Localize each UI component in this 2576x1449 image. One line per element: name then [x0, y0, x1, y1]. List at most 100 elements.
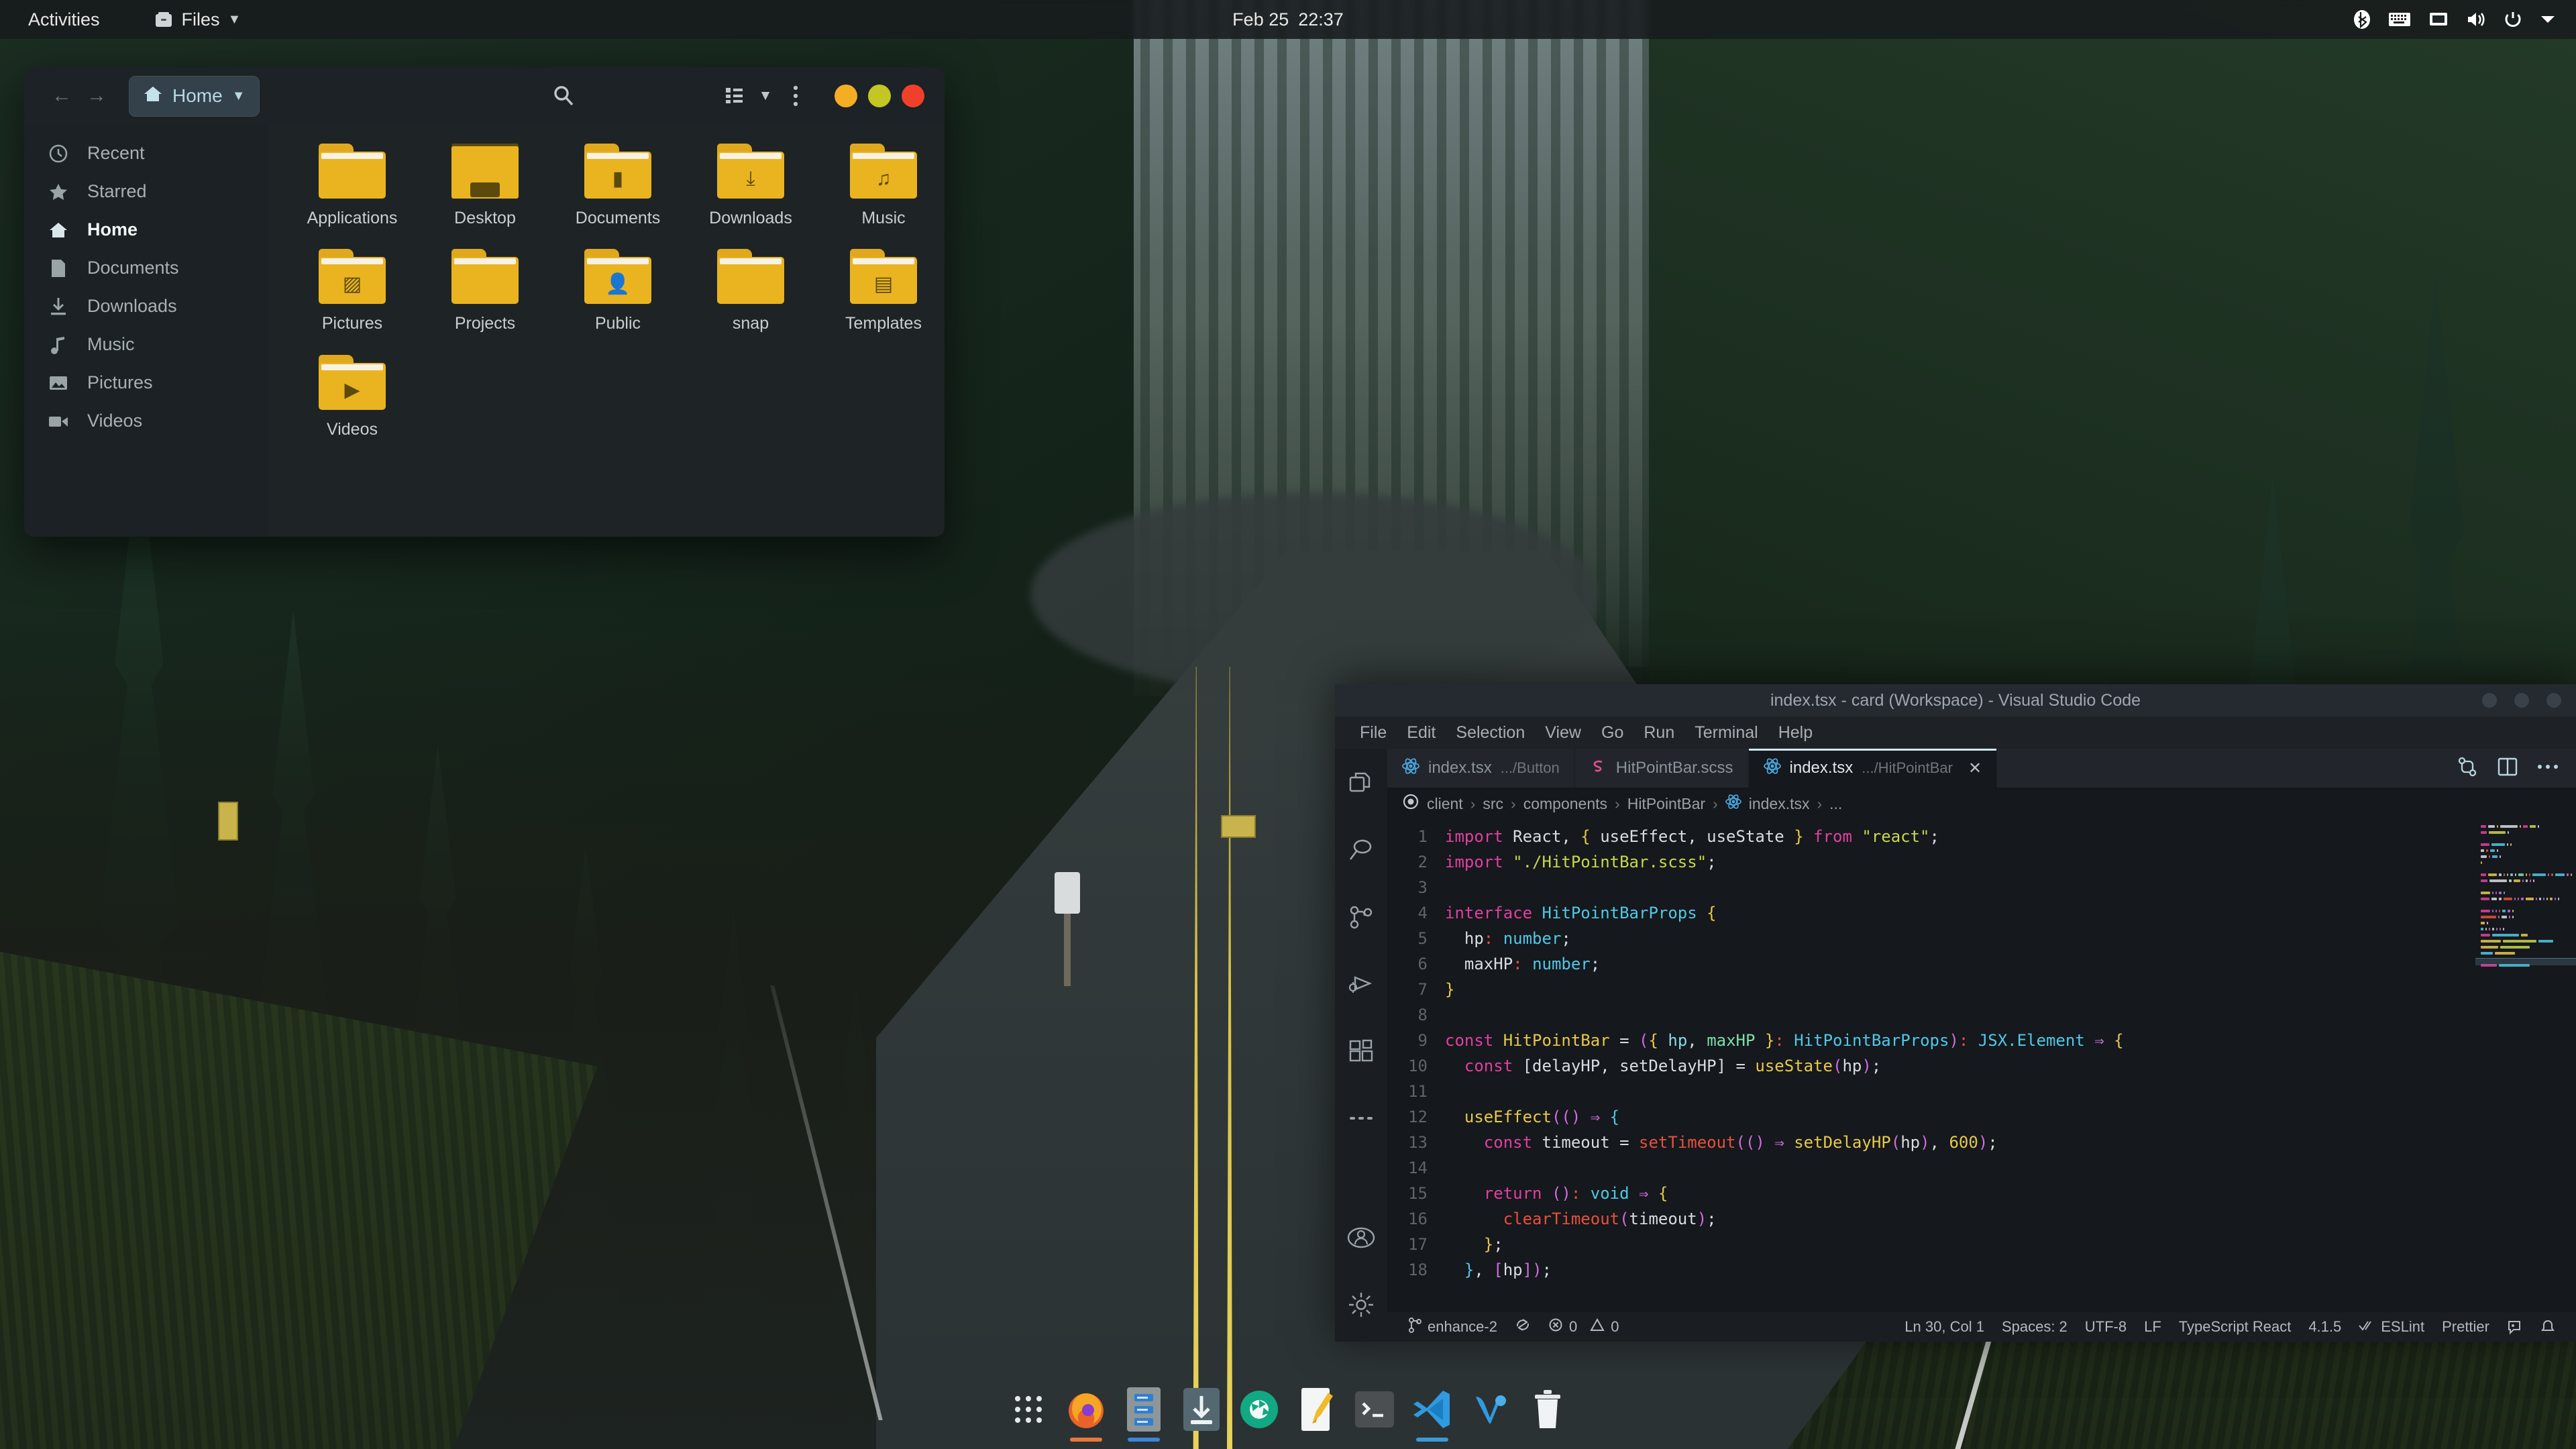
breadcrumb-part-3[interactable]: HitPointBar — [1627, 795, 1705, 813]
power-icon[interactable] — [2504, 10, 2522, 29]
folder-item[interactable]: Desktop — [419, 144, 551, 229]
breadcrumb-part-1[interactable]: src — [1483, 795, 1503, 813]
maximize-button[interactable] — [2514, 693, 2529, 708]
dock-item-trash[interactable] — [1522, 1385, 1573, 1436]
vscode-menu-bar[interactable]: File Edit Selection View Go Run Terminal Help — [1335, 716, 2576, 749]
volume-icon[interactable] — [2466, 11, 2486, 28]
breadcrumb-part-0[interactable]: client — [1427, 795, 1463, 813]
sidebar-item-videos[interactable]: Videos — [24, 402, 268, 440]
minimize-button[interactable] — [835, 85, 857, 107]
sidebar-item-home[interactable]: Home — [24, 211, 268, 249]
chevron-down-icon[interactable] — [2540, 14, 2556, 25]
extensions-icon[interactable] — [1342, 1032, 1381, 1071]
breadcrumb-part-4[interactable]: index.tsx — [1749, 795, 1810, 813]
sidebar-item-recent[interactable]: Recent — [24, 134, 268, 172]
search-icon[interactable] — [545, 77, 582, 115]
settings-gear-icon[interactable] — [1342, 1285, 1381, 1324]
run-and-debug-icon[interactable] — [1342, 965, 1381, 1004]
status-encoding[interactable]: UTF-8 — [2076, 1318, 2135, 1336]
vscode-minimap[interactable] — [2475, 820, 2576, 1312]
dock-item-software-installer[interactable] — [1176, 1385, 1227, 1436]
feedback-icon[interactable] — [2498, 1319, 2532, 1335]
vscode-breadcrumb[interactable]: client › src › components › HitPointBar › index.… — [1387, 788, 2576, 820]
dock-item-shutter[interactable] — [1234, 1385, 1285, 1436]
minimize-button[interactable] — [2482, 693, 2497, 708]
breadcrumb-home-button[interactable]: Home ▼ — [129, 75, 260, 117]
breadcrumb-part-5[interactable]: ... — [1829, 795, 1842, 813]
sidebar-item-starred[interactable]: Starred — [24, 172, 268, 211]
bluetooth-icon[interactable] — [2353, 9, 2371, 30]
sidebar-item-music[interactable]: Music — [24, 325, 268, 364]
vscode-tab-bar[interactable]: index.tsx .../Button HitPointBar.scss index… — [1387, 749, 2576, 788]
dock-item-terminal[interactable] — [1349, 1385, 1400, 1436]
system-tray[interactable] — [2353, 9, 2556, 30]
search-icon[interactable] — [1342, 830, 1381, 869]
status-cursor-position[interactable]: Ln 30, Col 1 — [1896, 1318, 1993, 1336]
sidebar-item-downloads[interactable]: Downloads — [24, 287, 268, 325]
status-indentation[interactable]: Spaces: 2 — [1993, 1318, 2076, 1336]
close-button[interactable] — [902, 85, 924, 107]
menu-edit[interactable]: Edit — [1397, 719, 1446, 747]
diff-editor-icon[interactable] — [2457, 756, 2478, 781]
dock-item-vivaldi-browser[interactable] — [1464, 1385, 1515, 1436]
dock-item-files[interactable] — [1118, 1385, 1169, 1442]
vscode-status-bar[interactable]: enhance-2 0 0 Ln 30, Col 1 Spaces: 2 UTF… — [1387, 1312, 2576, 1342]
folder-item[interactable]: ⤓ Downloads — [684, 144, 817, 229]
menu-file[interactable]: File — [1350, 719, 1397, 747]
maximize-button[interactable] — [868, 85, 891, 107]
activities-button[interactable]: Activities — [17, 5, 111, 34]
folder-item[interactable]: snap — [684, 249, 817, 334]
account-icon[interactable] — [1342, 1218, 1381, 1257]
list-view-icon[interactable] — [716, 77, 754, 115]
folder-item[interactable]: Projects — [419, 249, 551, 334]
tab-0[interactable]: index.tsx .../Button — [1387, 749, 1575, 788]
menu-go[interactable]: Go — [1591, 719, 1633, 747]
status-eol[interactable]: LF — [2135, 1318, 2170, 1336]
back-button[interactable]: ← — [44, 78, 79, 113]
files-icon-grid[interactable]: Applications Desktop ▮ Documents ⤓ Downloads ♫… — [268, 125, 945, 537]
status-prettier[interactable]: Prettier — [2433, 1318, 2498, 1336]
folder-item[interactable]: 👤 Public — [551, 249, 684, 334]
close-button[interactable] — [2546, 693, 2561, 708]
more-views-icon[interactable] — [1342, 1099, 1381, 1138]
bell-icon[interactable] — [2532, 1319, 2564, 1335]
dock-item-firefox[interactable] — [1061, 1385, 1112, 1442]
status-ts-version[interactable]: 4.1.5 — [2300, 1318, 2350, 1336]
folder-item[interactable]: ♫ Music — [817, 144, 945, 229]
clock-button[interactable]: Feb 25 22:37 — [1232, 9, 1344, 30]
menu-terminal[interactable]: Terminal — [1684, 719, 1768, 747]
status-branch[interactable]: enhance-2 — [1399, 1317, 1506, 1337]
display-icon[interactable] — [2428, 11, 2449, 28]
view-dropdown-arrow[interactable]: ▼ — [754, 77, 777, 115]
menu-run[interactable]: Run — [1633, 719, 1684, 747]
vscode-editor-actions[interactable] — [2439, 749, 2576, 788]
menu-help[interactable]: Help — [1768, 719, 1823, 747]
more-actions-icon[interactable] — [2537, 762, 2559, 774]
split-editor-icon[interactable] — [2497, 757, 2518, 780]
source-control-icon[interactable] — [1342, 898, 1381, 936]
sidebar-item-pictures[interactable]: Pictures — [24, 364, 268, 402]
folder-item[interactable]: ▶ Videos — [286, 354, 419, 440]
explorer-icon[interactable] — [1342, 763, 1381, 802]
status-language-mode[interactable]: TypeScript React — [2170, 1318, 2300, 1336]
dock-item-text-editor[interactable] — [1291, 1385, 1342, 1436]
dock-item-show-applications[interactable] — [1003, 1385, 1054, 1436]
tab-1[interactable]: HitPointBar.scss — [1575, 749, 1749, 788]
menu-selection[interactable]: Selection — [1446, 719, 1535, 747]
tab-2[interactable]: index.tsx .../HitPointBar ✕ — [1748, 749, 1998, 788]
folder-item[interactable]: Applications — [286, 144, 419, 229]
sidebar-item-documents[interactable]: Documents — [24, 249, 268, 287]
folder-item[interactable]: ▨ Pictures — [286, 249, 419, 334]
vscode-activity-bar[interactable] — [1335, 749, 1387, 1342]
close-icon[interactable]: ✕ — [1968, 759, 1982, 778]
dock[interactable] — [994, 1379, 1582, 1442]
keyboard-icon[interactable] — [2388, 11, 2411, 28]
menu-view[interactable]: View — [1535, 719, 1591, 747]
kebab-menu-icon[interactable] — [777, 77, 814, 115]
breadcrumb-part-2[interactable]: components — [1523, 795, 1607, 813]
forward-button[interactable]: → — [79, 78, 114, 113]
vscode-code-editor[interactable]: 1 import React, { useEffect, useState } f… — [1387, 820, 2475, 1312]
status-sync[interactable] — [1506, 1317, 1540, 1337]
dock-item-visual-studio-code[interactable] — [1407, 1385, 1458, 1442]
app-menu-files[interactable]: Files ▼ — [146, 5, 250, 34]
